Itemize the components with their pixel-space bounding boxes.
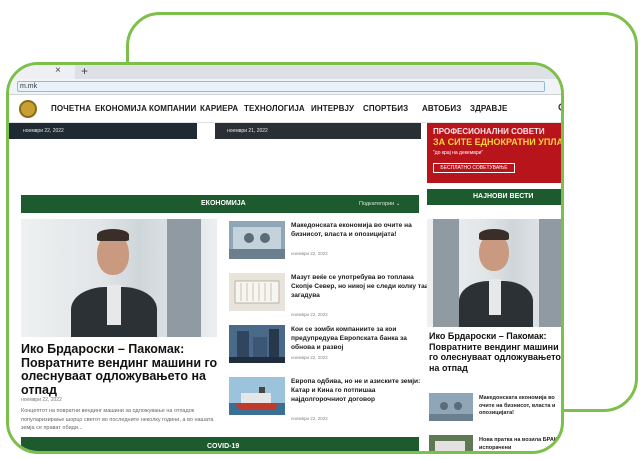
browser-window: × + m.mk ПОЧЕТНА ЕКОНОМИЈА КОМПАНИИ КАРИ… <box>9 65 564 451</box>
nav-item-health[interactable]: ЗДРАВЈЕ <box>470 104 507 113</box>
main-navigation: ПОЧЕТНА ЕКОНОМИЈА КОМПАНИИ КАРИЕРА ТЕХНО… <box>9 95 561 123</box>
nav-item-companies[interactable]: КОМПАНИИ <box>149 104 196 113</box>
site-logo-icon[interactable] <box>19 100 37 118</box>
side-news-thumbnail[interactable] <box>429 393 473 421</box>
news-date: ноември 22, 2022 <box>291 251 328 256</box>
section-title[interactable]: НАЈНОВИ ВЕСТИ <box>473 193 533 200</box>
news-thumbnail[interactable] <box>229 273 285 311</box>
side-news-title[interactable]: Нова пратка на возила БРАКО испорачени <box>479 437 561 451</box>
section-header-covid: COVID-19 <box>21 437 419 451</box>
nav-item-technology[interactable]: ТЕХНОЛОГИЈА <box>244 104 305 113</box>
news-thumbnail[interactable] <box>229 377 285 415</box>
side-article-image[interactable] <box>427 219 561 327</box>
news-title[interactable]: Мазут веќе се употребува во топлана Скоп… <box>291 273 431 300</box>
main-article-date: ноември 22, 2022 <box>21 397 62 403</box>
search-icon[interactable] <box>558 103 561 116</box>
browser-tab-bar: × + <box>9 65 561 79</box>
nav-item-economy[interactable]: ЕКОНОМИЈА <box>95 104 147 113</box>
main-article-title[interactable]: Ико Брдароски – Пакомак: Повратните венд… <box>21 342 221 397</box>
nav-item-career[interactable]: КАРИЕРА <box>200 104 238 113</box>
ad-headline-accent: ЗА СИТЕ ЕДНОКРАТНИ УПЛАТИ <box>433 137 564 147</box>
news-title[interactable]: Македонската економија во очите на бизни… <box>291 221 431 239</box>
news-title[interactable]: Европа одбива, но не и азиските земји: К… <box>291 377 431 404</box>
address-bar: m.mk <box>9 79 561 95</box>
news-thumbnail[interactable] <box>229 325 285 363</box>
subcategories-dropdown[interactable]: Подкатегории ⌄ <box>359 201 400 207</box>
news-date: ноември 22, 2022 <box>291 312 328 317</box>
nav-item-sportbiz[interactable]: СПОРТБИЗ <box>363 104 408 113</box>
advertisement-banner[interactable]: ПРОФЕСИОНАЛНИ СОВЕТИ ЗА СИТЕ ЕДНОКРАТНИ … <box>427 123 564 183</box>
section-title[interactable]: COVID-19 <box>207 443 239 450</box>
new-tab-icon[interactable]: + <box>81 65 88 78</box>
news-date: ноември 22, 2022 <box>291 416 328 421</box>
side-news-title[interactable]: Македонската економија во очите на бизни… <box>479 395 561 418</box>
nav-item-autobiz[interactable]: АВТОБИЗ <box>422 104 461 113</box>
ad-headline: ПРОФЕСИОНАЛНИ СОВЕТИ <box>433 127 545 136</box>
featured-date: ноември 21, 2022 <box>227 128 268 134</box>
list-item[interactable]: Македонската економија во очите на бизни… <box>229 221 439 271</box>
browser-tab[interactable]: × <box>9 65 75 79</box>
featured-date: ноември 22, 2022 <box>23 128 64 134</box>
list-item[interactable]: Мазут веќе се употребува во топлана Скоп… <box>229 273 439 323</box>
list-item[interactable]: Кои се зомби компаниите за кои предупред… <box>229 325 439 375</box>
section-header-latest: НАЈНОВИ ВЕСТИ <box>427 189 561 205</box>
url-input[interactable]: m.mk <box>17 81 545 92</box>
ad-note: "до крај на декември" <box>433 150 484 156</box>
screenshot-frame: × + m.mk ПОЧЕТНА ЕКОНОМИЈА КОМПАНИИ КАРИ… <box>6 62 564 454</box>
side-article-title[interactable]: Ико Брдароски – Пакомак: Повратните венд… <box>429 331 561 373</box>
main-article-image[interactable] <box>21 219 217 337</box>
nav-item-interview[interactable]: ИНТЕРВЈУ <box>311 104 354 113</box>
side-news-thumbnail[interactable] <box>429 435 473 451</box>
featured-strip-middle[interactable]: ноември 21, 2022 <box>215 123 421 139</box>
list-item[interactable]: Европа одбива, но не и азиските земји: К… <box>229 377 439 427</box>
news-title[interactable]: Кои се зомби компаниите за кои предупред… <box>291 325 431 352</box>
featured-strip-left[interactable]: ноември 22, 2022 <box>9 123 197 139</box>
section-title[interactable]: ЕКОНОМИЈА <box>201 200 246 207</box>
news-date: ноември 22, 2022 <box>291 355 328 360</box>
ad-consult-button[interactable]: БЕСПЛАТНО СОВЕТУВАЊЕ <box>433 163 515 173</box>
section-header-economy: ЕКОНОМИЈА Подкатегории ⌄ <box>21 195 419 213</box>
news-thumbnail[interactable] <box>229 221 285 259</box>
nav-item-home[interactable]: ПОЧЕТНА <box>51 104 91 113</box>
main-article-excerpt: Концептот на повратни вендинг машини за … <box>21 408 214 431</box>
tab-close-icon[interactable]: × <box>55 65 61 76</box>
